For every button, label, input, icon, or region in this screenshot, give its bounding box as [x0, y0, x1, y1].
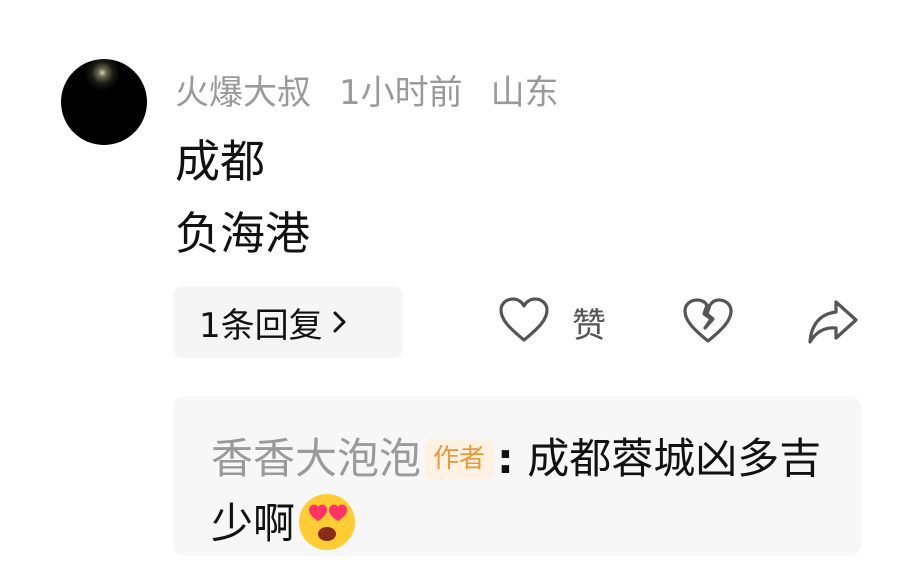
comment-text-line-1: 成都: [175, 135, 266, 188]
like-label: 赞: [572, 305, 606, 346]
reply-count-label: 1条回复: [199, 305, 323, 346]
comment-text-line-2: 负海港: [175, 207, 311, 260]
reply-username[interactable]: 香香大泡泡: [211, 434, 421, 483]
author-badge: 作者: [425, 439, 494, 479]
share-button[interactable]: [806, 296, 860, 350]
dislike-button[interactable]: [683, 297, 733, 349]
avatar[interactable]: [61, 59, 147, 145]
view-replies-button[interactable]: 1条回复: [173, 286, 403, 358]
heart-icon: [498, 296, 550, 348]
reply-separator: :: [497, 434, 514, 483]
like-button[interactable]: 赞: [498, 296, 606, 348]
chevron-right-icon: [331, 308, 349, 336]
share-arrow-icon: [806, 300, 860, 350]
comment-time: 1小时前: [339, 72, 463, 113]
reply-preview-card[interactable]: 香香大泡泡 作者: 成都蓉城凶多吉少啊: [173, 396, 861, 556]
comment-username[interactable]: 火爆大叔: [175, 65, 311, 114]
comment-location: 山东: [490, 72, 559, 113]
comment-meta: 火爆大叔 1小时前 山东: [175, 65, 559, 114]
heart-eyes-emoji-icon: [295, 488, 359, 552]
broken-heart-icon: [683, 298, 733, 349]
